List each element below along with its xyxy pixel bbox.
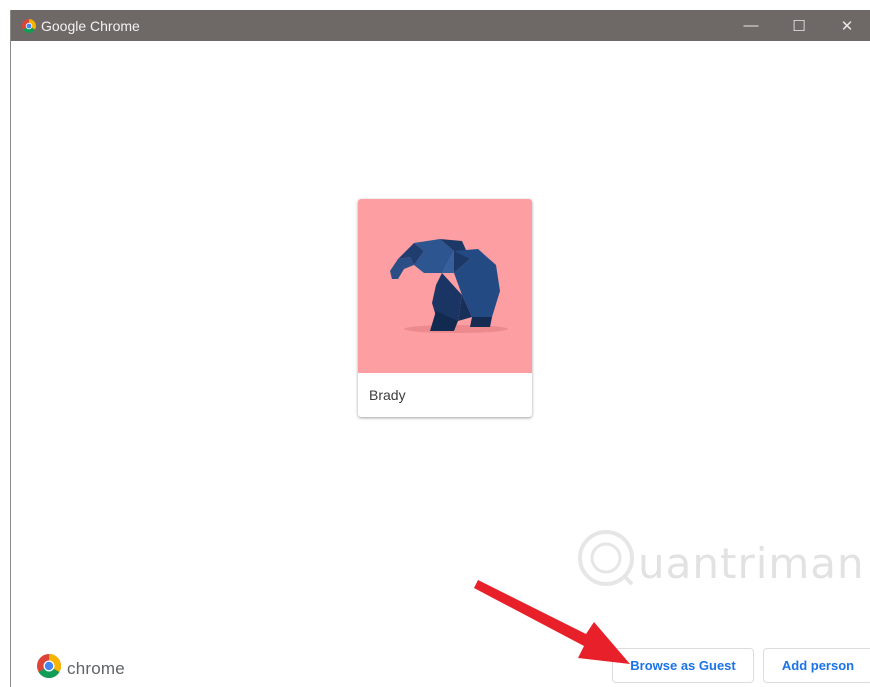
- window-title: Google Chrome: [41, 17, 140, 34]
- profile-card[interactable]: Brady: [358, 199, 532, 417]
- title-bar[interactable]: Google Chrome — ☐ ✕: [11, 10, 870, 41]
- profile-name: Brady: [369, 387, 406, 403]
- add-person-button[interactable]: Add person: [763, 648, 870, 683]
- profile-picker: Brady chrome Browse as Guest Add person: [11, 41, 870, 687]
- chrome-logo-text: chrome: [67, 658, 125, 678]
- origami-elephant-icon: [358, 199, 532, 373]
- minimize-button[interactable]: —: [727, 10, 775, 41]
- chrome-logo-icon: [37, 654, 61, 683]
- chrome-window: Google Chrome — ☐ ✕ Brady chrome Browse …: [10, 10, 870, 687]
- maximize-button[interactable]: ☐: [775, 10, 823, 41]
- close-button[interactable]: ✕: [823, 10, 870, 41]
- browse-as-guest-button[interactable]: Browse as Guest: [612, 648, 754, 683]
- chrome-icon: [22, 18, 36, 33]
- window-controls: — ☐ ✕: [727, 10, 870, 41]
- chrome-logo: chrome: [37, 654, 125, 683]
